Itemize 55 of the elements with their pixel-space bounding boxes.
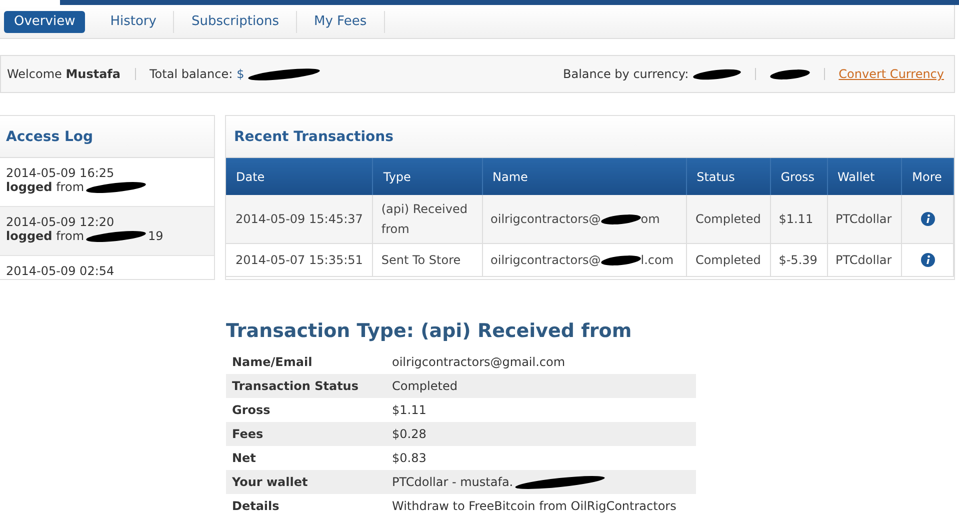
table-cell: oilrigcontractors@ — [490, 253, 601, 267]
detail-label: Fees — [226, 422, 386, 446]
tab[interactable]: Subscriptions — [174, 10, 298, 32]
info-icon[interactable] — [920, 212, 935, 226]
log-time: 2014-05-09 02:54 — [6, 264, 116, 278]
table-cell: om — [640, 212, 660, 226]
column-header: Status — [686, 158, 770, 195]
log-text: 19 — [148, 229, 164, 243]
table-cell: Completed — [686, 244, 770, 276]
balance-by-currency-label: Balance by currency: — [563, 67, 689, 81]
detail-title: Transaction Type: (api) Received from — [226, 320, 633, 342]
column-header: More — [902, 158, 954, 195]
tab[interactable]: Overview — [4, 10, 86, 32]
tab[interactable]: My Fees — [297, 10, 385, 32]
table-cell: 2014-05-09 15:45:37 — [226, 195, 373, 244]
detail-label: Details — [226, 494, 386, 518]
welcome-text: Welcome Mustafa — [7, 67, 120, 81]
table-cell: $1.11 — [770, 195, 828, 244]
panel-title: Access Log — [6, 128, 94, 144]
convert-currency-link[interactable]: Convert Currency — [838, 67, 944, 81]
column-header: Name — [482, 158, 686, 195]
detail-value: $0.83 — [392, 451, 426, 465]
detail-label: Your wallet — [226, 470, 386, 494]
table-cell: Sent To Store — [372, 244, 482, 276]
detail-label: Gross — [226, 398, 386, 422]
log-time: 2014-05-09 16:25 — [6, 166, 116, 180]
detail-value: Withdraw to FreeBitcoin from OilRigContractors — [392, 499, 676, 513]
table-cell: l.com — [640, 253, 674, 267]
total-balance-value: $ — [236, 67, 244, 81]
detail-value: Completed — [392, 379, 458, 393]
column-header: Date — [226, 158, 373, 195]
table-cell: Completed — [686, 195, 770, 244]
detail-value: $1.11 — [392, 403, 426, 417]
total-balance-label: Total balance: — [150, 67, 233, 81]
detail-label: Name/Email — [226, 350, 386, 374]
panel-title: Recent Transactions — [234, 128, 394, 144]
log-text: logged from — [6, 180, 84, 194]
table-cell: oilrigcontractors@ — [490, 212, 601, 226]
table-cell: (api) Received from — [372, 195, 482, 244]
tab[interactable]: History — [93, 10, 174, 32]
table-cell: $-5.39 — [770, 244, 828, 276]
detail-value: PTCdollar - mustafa. — [392, 475, 514, 489]
log-time: 2014-05-09 12:20 — [6, 215, 116, 229]
table-cell: PTCdollar — [827, 195, 902, 244]
info-icon[interactable] — [920, 253, 935, 268]
detail-value: oilrigcontractors@gmail.com — [392, 355, 566, 369]
log-text: logged from — [6, 229, 84, 243]
column-header: Type — [372, 158, 482, 195]
detail-label: Net — [226, 446, 386, 470]
table-cell: 2014-05-07 15:35:51 — [226, 244, 373, 276]
detail-value: $0.28 — [392, 427, 426, 441]
detail-label: Transaction Status — [226, 374, 386, 398]
column-header: Wallet — [827, 158, 902, 195]
table-cell: PTCdollar — [827, 244, 902, 276]
column-header: Gross — [770, 158, 828, 195]
